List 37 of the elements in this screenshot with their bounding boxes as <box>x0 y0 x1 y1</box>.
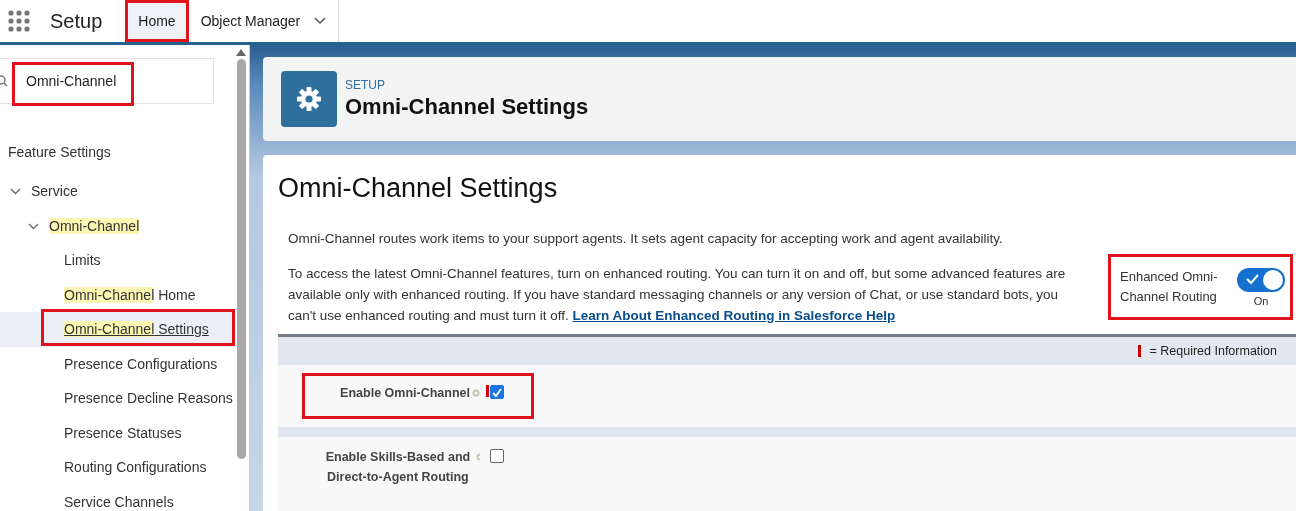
info-icon <box>472 389 480 397</box>
tree-item[interactable]: Routing Configurations <box>0 450 235 485</box>
page-title: Omni-Channel Settings <box>345 94 589 120</box>
settings-icon <box>281 71 337 127</box>
app-launcher-icon <box>8 10 32 32</box>
routing-description: To access the latest Omni-Channel features, turn on enhanced routing. You can turn it on and off, but some advanced features are available only with enhanced routing. If you have standard messaging channels or any version of Chat, or use standard bots, you can't use enhanced routing and must turn it off. Learn About Enhanced Routing in Salesforce Help <box>288 265 1067 325</box>
check-icon <box>1246 274 1259 285</box>
help-link[interactable]: Learn About Enhanced Routing in Salesforce Help <box>572 308 896 323</box>
tree-item[interactable]: Omni-Channel Home <box>0 277 235 312</box>
scroll-up-icon <box>236 48 246 57</box>
info-icon <box>475 453 480 461</box>
toggle-state: On <box>1253 294 1269 307</box>
tree-item[interactable]: Omni-Channel <box>0 208 235 243</box>
nav-tab[interactable]: Home <box>126 0 189 42</box>
breadcrumb-label: SETUP <box>345 78 386 92</box>
search-field[interactable]: Omni-Channel <box>0 58 214 104</box>
scrollbar-thumb[interactable] <box>237 59 246 459</box>
checkbox[interactable] <box>490 449 504 463</box>
toggle-switch[interactable] <box>1237 267 1285 292</box>
section-title: Feature Settings <box>7 143 112 162</box>
description-text: Omni-Channel routes work items to your support agents. It sets agent capacity for accepting work and agent availability. <box>288 230 1004 248</box>
tree-item[interactable]: Omni-Channel Settings <box>0 312 235 347</box>
checkbox[interactable] <box>490 385 504 399</box>
app-name: Setup <box>49 8 104 34</box>
tree-item[interactable]: Service <box>0 174 235 209</box>
toggle-label: Enhanced Omni-Channel Routing <box>1120 268 1219 306</box>
tree-item[interactable]: Limits <box>0 243 235 278</box>
tree-item[interactable]: Service Channels <box>0 484 235 511</box>
field-label: Enable Skills-Based and Direct-to-Agent Routing <box>324 449 472 486</box>
check-icon <box>491 386 503 398</box>
required-marker <box>1138 345 1142 357</box>
required-legend: = Required Information <box>1149 344 1277 358</box>
tree-item[interactable]: Presence Statuses <box>0 415 235 450</box>
settings-heading: Omni-Channel Settings <box>278 173 559 204</box>
tree-item[interactable]: Presence Decline Reasons <box>0 381 235 416</box>
tree-item[interactable]: Presence Configurations <box>0 346 235 381</box>
field-label: Enable Omni-Channel <box>340 385 470 402</box>
